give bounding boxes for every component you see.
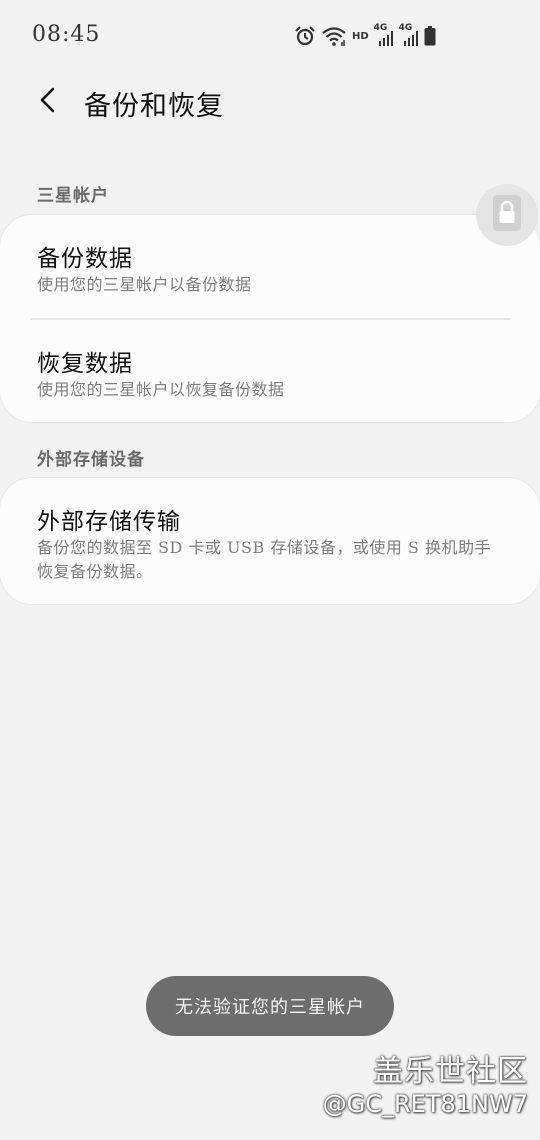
lock-button[interactable] (476, 184, 538, 246)
signal-icon: 4G (374, 23, 394, 47)
item-title: 备份数据 (37, 246, 133, 272)
samsung-account-card: 备份数据 使用您的三星帐户以备份数据 恢复数据 使用您的三星帐户以恢复备份数据 (0, 215, 540, 422)
toast-message: 无法验证您的三星帐户 (146, 976, 394, 1036)
item-subtitle: 备份您的数据至 SD 卡或 USB 存储设备，或使用 S 换机助手恢复备份数据。 (37, 538, 491, 581)
hd-indicator: HD (352, 30, 369, 42)
chevron-left-icon (38, 86, 58, 118)
wifi-icon (321, 25, 347, 47)
backup-data-item[interactable]: 备份数据 使用您的三星帐户以备份数据 (0, 215, 540, 319)
item-title: 恢复数据 (37, 351, 133, 377)
alarm-icon (294, 25, 316, 47)
item-subtitle: 使用您的三星帐户以备份数据 (37, 275, 252, 294)
external-storage-card: 外部存储传输 备份您的数据至 SD 卡或 USB 存储设备，或使用 S 换机助手… (0, 478, 540, 604)
status-time: 08:45 (32, 22, 101, 47)
section-label-external-storage: 外部存储设备 (37, 450, 145, 470)
watermark-user: @GC_RET81NW7 (322, 1090, 528, 1118)
back-button[interactable] (26, 80, 70, 124)
external-storage-transfer-item[interactable]: 外部存储传输 备份您的数据至 SD 卡或 USB 存储设备，或使用 S 换机助手… (0, 478, 540, 604)
lock-icon (491, 193, 523, 237)
status-icons: HD 4G 4G (294, 23, 436, 48)
app-bar: 备份和恢复 (0, 78, 540, 124)
item-subtitle: 使用您的三星帐户以恢复备份数据 (37, 380, 285, 399)
page-title: 备份和恢复 (84, 91, 224, 122)
signal-icon: 4G (399, 23, 419, 47)
section-label-samsung-account: 三星帐户 (37, 186, 109, 206)
item-title: 外部存储传输 (37, 509, 181, 535)
restore-data-item[interactable]: 恢复数据 使用您的三星帐户以恢复备份数据 (0, 320, 540, 422)
status-bar: 08:45 HD 4G 4G (0, 0, 540, 72)
watermark-brand: 盖乐世社区 (373, 1054, 528, 1089)
battery-icon (424, 26, 436, 46)
